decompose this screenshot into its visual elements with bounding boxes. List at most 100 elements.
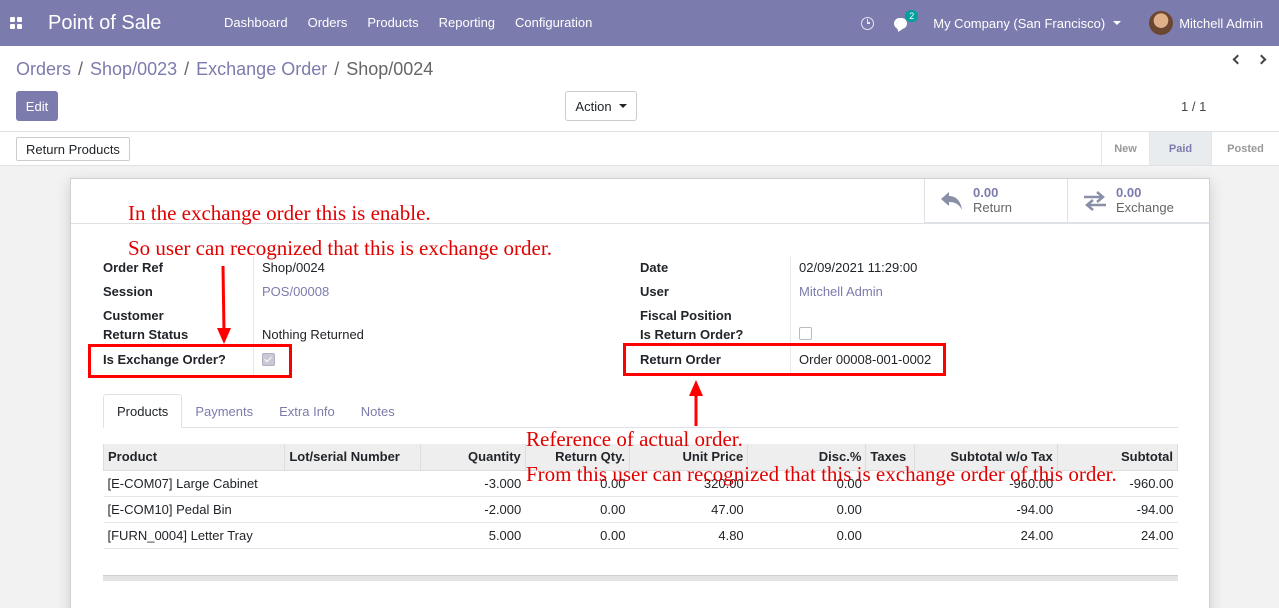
action-dropdown-button[interactable]: Action [565,91,637,121]
cell-lot [284,522,421,549]
menu-configuration[interactable]: Configuration [505,0,602,46]
date-label: Date [640,260,669,275]
return-status-label: Return Status [103,327,189,342]
exchange-arrows-icon [1082,190,1108,212]
user-name: Mitchell Admin [1179,15,1263,31]
breadcrumb-orders[interactable]: Orders [16,59,71,80]
annotation-reference-line2: From this user can recognized that this … [526,462,1117,486]
caret-down-icon [618,104,627,108]
annotation-arrow-down-icon [217,266,231,344]
cell-subtotal-wo-tax: -94.00 [914,496,1058,523]
user-link[interactable]: Mitchell Admin [799,284,883,299]
breadcrumb-separator: / [78,59,84,79]
user-menu[interactable]: Mitchell Admin [1149,11,1263,35]
annotation-reference-line1: Reference of actual order. [526,427,743,451]
breadcrumb-shop-0023[interactable]: Shop/0023 [90,59,177,80]
order-ref-label: Order Ref [103,260,163,275]
tab-extra-info[interactable]: Extra Info [266,394,348,428]
cell-subtotal: 24.00 [1057,522,1178,549]
return-products-button[interactable]: Return Products [16,137,130,161]
exchange-label: Exchange [1116,200,1174,215]
highlight-exchange-field [88,344,292,378]
tab-payments[interactable]: Payments [182,394,266,428]
cell-lot [284,496,421,523]
cell-lot [284,470,421,497]
menu-products[interactable]: Products [357,0,428,46]
cell-subtotal-wo-tax: 24.00 [914,522,1058,549]
cell-product: [FURN_0004] Letter Tray [103,522,285,549]
return-smart-button[interactable]: 0.00 Return [924,179,1067,223]
caret-down-icon [1113,21,1122,25]
fiscal-position-label: Fiscal Position [640,308,732,323]
breadcrumb-separator: / [184,59,190,79]
column-header-product[interactable]: Product [102,444,286,471]
undo-arrow-icon [939,190,965,212]
column-header-quantity[interactable]: Quantity [419,444,526,471]
cell-quantity: 5.000 [420,522,526,549]
status-stages: New Paid Posted [1101,132,1279,165]
user-label: User [640,284,669,299]
session-link[interactable]: POS/00008 [262,284,329,299]
highlight-return-order-field [623,343,946,376]
messages-count-badge: 2 [905,9,919,22]
cell-product: [E-COM07] Large Cabinet [103,470,285,497]
cell-quantity: -2.000 [420,496,526,523]
control-panel: Orders / Shop/0023 / Exchange Order / Sh… [0,46,1279,132]
form-statusbar: Return Products New Paid Posted [0,132,1279,166]
cell-discount: 0.00 [747,522,866,549]
column-header-lot[interactable]: Lot/serial Number [284,444,421,471]
activity-clock-icon[interactable] [861,16,875,30]
stage-paid[interactable]: Paid [1149,132,1211,165]
order-ref-value[interactable]: Shop/0024 [262,260,325,275]
return-count: 0.00 [973,185,999,200]
cell-return-qty: 0.00 [525,522,630,549]
top-navbar: Point of Sale Dashboard Orders Products … [0,0,1279,46]
app-title[interactable]: Point of Sale [48,12,214,35]
avatar [1149,11,1174,35]
stage-posted[interactable]: Posted [1211,132,1279,165]
return-label: Return [973,200,1013,215]
annotation-exchange-line1: In the exchange order this is enable. [128,201,431,225]
cell-taxes [865,496,915,523]
cell-quantity: -3.000 [420,470,526,497]
breadcrumb: Orders / Shop/0023 / Exchange Order / Sh… [16,59,433,80]
main-menu: Dashboard Orders Products Reporting Conf… [214,0,602,46]
apps-menu-icon[interactable] [0,0,32,46]
pager-next-icon[interactable] [1256,53,1268,67]
cell-unit-price: 4.80 [629,522,748,549]
menu-dashboard[interactable]: Dashboard [214,0,298,46]
menu-orders[interactable]: Orders [298,0,358,46]
breadcrumb-separator: / [334,59,340,79]
action-label: Action [575,98,612,114]
session-label: Session [103,284,153,299]
tab-notes[interactable]: Notes [348,394,408,428]
edit-button[interactable]: Edit [16,91,58,121]
date-value[interactable]: 02/09/2021 11:29:00 [799,260,917,275]
return-status-value[interactable]: Nothing Returned [262,327,364,342]
menu-reporting[interactable]: Reporting [429,0,505,46]
messaging-menu[interactable]: 2 [894,9,919,29]
cell-product: [E-COM10] Pedal Bin [103,496,285,523]
cell-unit-price: 47.00 [629,496,748,523]
customer-label: Customer [103,308,164,323]
is-return-label: Is Return Order? [640,327,744,342]
company-switcher[interactable]: My Company (San Francisco) [933,15,1122,31]
breadcrumb-exchange-order[interactable]: Exchange Order [196,59,327,80]
tab-products[interactable]: Products [103,394,183,428]
table-row[interactable]: [FURN_0004] Letter Tray 5.000 0.00 4.80 … [103,522,1178,549]
annotation-exchange-line2: So user can recognized that this is exch… [128,236,552,260]
stage-new[interactable]: New [1101,132,1149,165]
order-lines-table: Product Lot/serial Number Quantity Retur… [102,444,1179,549]
annotation-arrow-up-icon [689,380,703,426]
cell-taxes [865,522,915,549]
pager-previous-icon[interactable] [1231,53,1243,67]
exchange-smart-button[interactable]: 0.00 Exchange [1067,179,1210,223]
exchange-count: 0.00 [1116,185,1142,200]
notebook-tabs: Products Payments Extra Info Notes [103,394,1178,428]
pager-value[interactable]: 1 / 1 [1181,99,1206,114]
cell-discount: 0.00 [747,496,866,523]
company-name: My Company (San Francisco) [933,15,1106,31]
table-footer [103,575,1178,581]
table-row[interactable]: [E-COM10] Pedal Bin -2.000 0.00 47.00 0.… [103,496,1178,523]
is-return-checkbox[interactable] [799,327,812,340]
